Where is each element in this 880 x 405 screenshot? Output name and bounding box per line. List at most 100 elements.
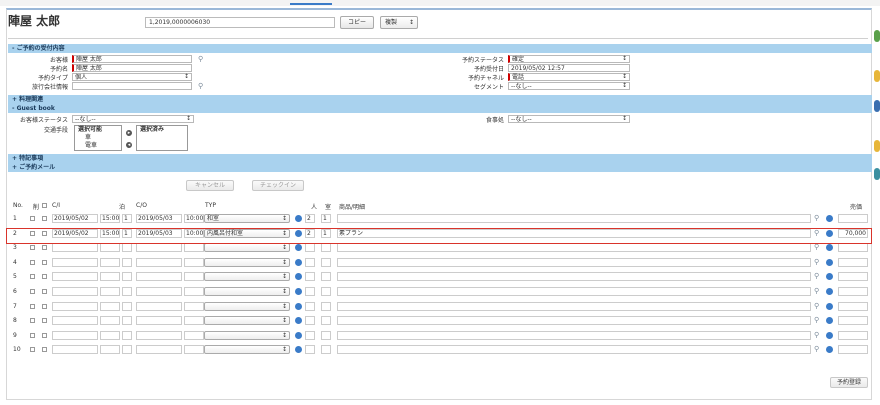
nights-field[interactable] xyxy=(122,330,132,340)
checkout-date-field[interactable] xyxy=(136,330,182,340)
room-type-select[interactable] xyxy=(204,243,290,253)
checkin-time-field[interactable]: 15:00 xyxy=(100,214,120,223)
info-icon[interactable] xyxy=(826,258,833,266)
section-guest-book[interactable]: - Guest book xyxy=(8,104,872,113)
product-field[interactable] xyxy=(337,345,811,355)
section-reservation-info[interactable]: - ご予約の受付内容 xyxy=(8,44,872,53)
nights-field[interactable] xyxy=(122,316,132,326)
checkin-time-field[interactable] xyxy=(100,345,120,355)
row-checkbox[interactable] xyxy=(42,274,47,280)
copy-button[interactable]: コピー xyxy=(340,16,374,29)
side-tab-icon[interactable] xyxy=(874,168,880,180)
status-select[interactable]: 確定 xyxy=(508,55,630,63)
checkout-time-field[interactable] xyxy=(184,301,204,311)
people-field[interactable] xyxy=(305,301,315,311)
row-checkbox[interactable] xyxy=(42,259,47,265)
checkin-date-field[interactable] xyxy=(52,301,98,311)
info-icon[interactable] xyxy=(295,317,302,325)
rooms-field[interactable] xyxy=(321,345,331,355)
product-field[interactable] xyxy=(337,243,811,253)
info-icon[interactable] xyxy=(826,288,833,295)
info-icon[interactable] xyxy=(826,273,833,281)
register-button[interactable]: 予約登録 xyxy=(830,377,868,388)
amount-field[interactable] xyxy=(838,287,868,296)
section-special-notes[interactable]: + 特記事項 xyxy=(8,154,872,163)
checkin-time-field[interactable] xyxy=(100,243,120,253)
delete-checkbox[interactable] xyxy=(30,259,35,265)
info-icon[interactable] xyxy=(295,331,302,339)
row-checkbox[interactable] xyxy=(42,347,47,353)
checkout-date-field[interactable] xyxy=(136,316,182,326)
nights-field[interactable] xyxy=(122,345,132,355)
checkout-date-field[interactable] xyxy=(136,287,182,296)
product-field[interactable] xyxy=(337,214,811,223)
checkin-time-field[interactable] xyxy=(100,257,120,267)
product-field[interactable] xyxy=(337,330,811,340)
amount-field[interactable] xyxy=(838,243,868,253)
delete-checkbox[interactable] xyxy=(30,274,35,280)
checkin-time-field[interactable] xyxy=(100,301,120,311)
rooms-field[interactable] xyxy=(321,301,331,311)
product-field[interactable] xyxy=(337,257,811,267)
amount-field[interactable] xyxy=(838,345,868,355)
list-item[interactable]: 電車 xyxy=(75,142,121,150)
info-icon[interactable] xyxy=(826,215,833,222)
rooms-field[interactable] xyxy=(321,287,331,296)
guestbook-status-select[interactable]: --なし-- xyxy=(72,115,194,123)
info-icon[interactable] xyxy=(295,215,302,222)
checkout-date-field[interactable] xyxy=(136,301,182,311)
people-field[interactable]: 2 xyxy=(305,214,315,223)
delete-checkbox[interactable] xyxy=(30,318,35,324)
side-tab-icon[interactable] xyxy=(874,140,880,152)
row-checkbox[interactable] xyxy=(42,216,47,221)
info-icon[interactable] xyxy=(826,302,833,310)
people-field[interactable] xyxy=(305,345,315,355)
lookup-icon[interactable]: ⚲ xyxy=(814,302,819,310)
side-tab-icon[interactable] xyxy=(874,100,880,112)
info-icon[interactable] xyxy=(295,244,302,252)
section-cuisine[interactable]: + 料理関連 xyxy=(8,95,872,104)
lookup-icon[interactable]: ⚲ xyxy=(814,243,819,251)
info-icon[interactable] xyxy=(295,258,302,266)
amount-field[interactable] xyxy=(838,301,868,311)
move-left-icon[interactable]: ◂ xyxy=(126,142,132,148)
transport-available-list[interactable]: 選択可能 車 電車 xyxy=(74,125,122,151)
checkout-date-field[interactable] xyxy=(136,257,182,267)
checkout-time-field[interactable] xyxy=(184,287,204,296)
product-field[interactable] xyxy=(337,301,811,311)
row-checkbox[interactable] xyxy=(42,289,47,294)
lookup-icon[interactable]: ⚲ xyxy=(814,331,819,339)
lookup-icon[interactable]: ⚲ xyxy=(814,258,819,266)
info-icon[interactable] xyxy=(295,302,302,310)
agency-field[interactable] xyxy=(72,82,192,90)
row-checkbox[interactable] xyxy=(42,332,47,338)
amount-field[interactable] xyxy=(838,214,868,223)
row-checkbox[interactable] xyxy=(42,245,47,251)
info-icon[interactable] xyxy=(826,331,833,339)
delete-checkbox[interactable] xyxy=(30,303,35,309)
checkin-button[interactable]: チェックイン xyxy=(252,180,304,191)
amount-field[interactable] xyxy=(838,257,868,267)
delete-checkbox[interactable] xyxy=(30,245,35,251)
checkout-time-field[interactable]: 10:00 xyxy=(184,214,204,223)
select-all-checkbox[interactable] xyxy=(42,203,47,208)
side-tab-icon[interactable] xyxy=(874,30,880,42)
channel-select[interactable]: 電話 xyxy=(508,73,630,81)
checkin-time-field[interactable] xyxy=(100,316,120,326)
checkin-date-field[interactable]: 2019/05/02 xyxy=(52,214,98,223)
room-type-select[interactable] xyxy=(204,316,290,326)
checkin-date-field[interactable] xyxy=(52,243,98,253)
room-type-select[interactable] xyxy=(204,330,290,340)
side-tab-icon[interactable] xyxy=(874,70,880,82)
info-icon[interactable] xyxy=(826,346,833,354)
people-field[interactable] xyxy=(305,257,315,267)
room-type-select[interactable] xyxy=(204,272,290,282)
amount-field[interactable] xyxy=(838,272,868,282)
lookup-icon[interactable]: ⚲ xyxy=(814,345,819,353)
delete-checkbox[interactable] xyxy=(30,216,35,221)
lookup-icon[interactable]: ⚲ xyxy=(814,316,819,324)
checkout-time-field[interactable] xyxy=(184,345,204,355)
room-type-select[interactable] xyxy=(204,287,290,296)
product-field[interactable] xyxy=(337,316,811,326)
checkout-time-field[interactable] xyxy=(184,243,204,253)
